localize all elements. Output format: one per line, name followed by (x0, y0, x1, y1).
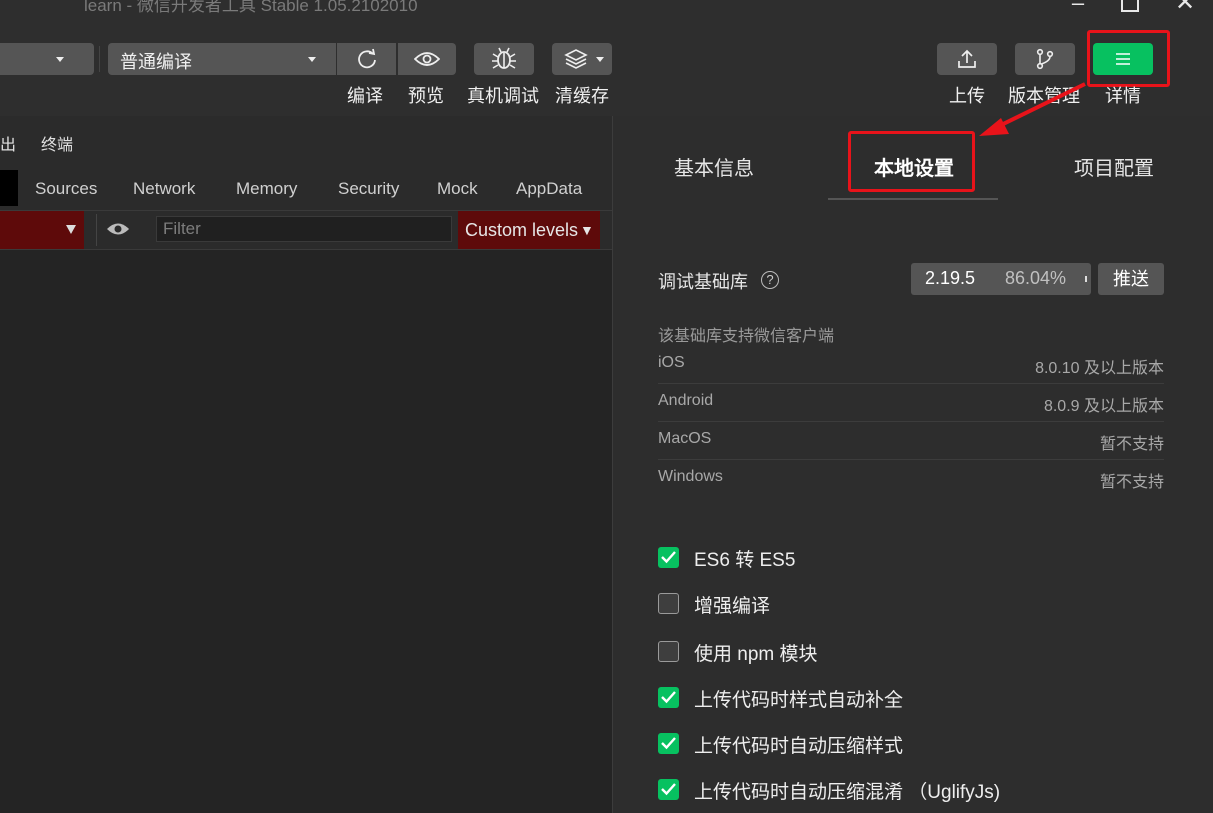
chevron-down-icon (596, 57, 604, 62)
triangle-down-icon (66, 225, 76, 234)
support-row-android: Android 8.0.9 及以上版本 (658, 384, 1164, 422)
eye-icon[interactable] (106, 221, 130, 237)
platform-name: MacOS (658, 430, 712, 447)
arrow-icon (979, 82, 1086, 136)
console-tab-indicator[interactable] (0, 170, 18, 206)
chevron-down-icon (1085, 276, 1087, 282)
remote-debug-button[interactable] (474, 43, 534, 75)
compile-mode-label: 普通编译 (120, 52, 192, 72)
tab-security[interactable]: Security (338, 179, 399, 199)
details-highlight-box (1087, 30, 1170, 87)
lib-version: 2.19.5 (925, 268, 976, 288)
tab-project-config[interactable]: 项目配置 (1074, 152, 1154, 181)
console-output[interactable] (0, 250, 612, 813)
devtools-header (0, 116, 612, 170)
check-icon (661, 551, 676, 564)
tab-appdata[interactable]: AppData (516, 179, 582, 199)
remote-debug-label: 真机调试 (467, 86, 539, 106)
active-tab-underline (828, 198, 998, 200)
platform-support: 8.0.9 及以上版本 (1043, 398, 1164, 415)
option-label: ES6 转 ES5 (694, 550, 796, 571)
triangle-down-icon: ▼ (580, 222, 594, 238)
compile-mode-dropdown[interactable]: 普通编译 (108, 43, 336, 75)
platform-name: Windows (658, 468, 723, 485)
support-note: 该基础库支持微信客户端 (658, 328, 835, 345)
option-label: 上传代码时样式自动补全 (694, 690, 904, 711)
checkbox[interactable] (658, 779, 679, 800)
local-settings-highlight-box (848, 131, 975, 192)
refresh-icon (357, 48, 376, 69)
preview-label: 预览 (408, 86, 444, 106)
support-row-ios: iOS 8.0.10 及以上版本 (658, 346, 1164, 384)
clear-cache-button[interactable] (552, 43, 612, 75)
mode-dropdown[interactable] (0, 43, 94, 75)
platform-name: iOS (658, 354, 685, 371)
layers-icon (564, 49, 588, 69)
platform-support: 暂不支持 (1099, 436, 1164, 453)
tab-mock[interactable]: Mock (437, 179, 478, 199)
check-icon (661, 783, 676, 796)
context-dropdown[interactable] (0, 211, 84, 249)
minimize-icon[interactable]: – (1067, 0, 1089, 14)
compile-button[interactable] (337, 43, 396, 75)
compile-label: 编译 (347, 86, 383, 106)
platform-name: Android (658, 392, 714, 409)
custom-levels-dropdown[interactable]: Custom levels ▼ (458, 211, 600, 249)
clear-cache-label: 清缓存 (555, 86, 609, 106)
close-icon[interactable]: ✕ (1174, 0, 1196, 15)
upload-button[interactable] (937, 43, 997, 75)
debug-lib-label: 调试基础库 (658, 272, 748, 292)
support-row-windows: Windows 暂不支持 (658, 460, 1164, 498)
lib-percentage: 86.04% (1005, 268, 1067, 288)
checkbox[interactable] (658, 593, 679, 614)
platform-support: 暂不支持 (1099, 474, 1164, 491)
preview-button[interactable] (398, 43, 456, 75)
checkbox[interactable] (658, 733, 679, 754)
support-row-macos: MacOS 暂不支持 (658, 422, 1164, 460)
tab-sources[interactable]: Sources (35, 179, 97, 199)
checkbox[interactable] (658, 687, 679, 708)
upload-icon (958, 49, 976, 68)
push-button[interactable]: 推送 (1098, 263, 1164, 295)
tab-terminal[interactable]: 终端 (41, 131, 73, 155)
filter-input[interactable] (156, 216, 452, 242)
chevron-down-icon (56, 57, 64, 62)
option-label: 使用 npm 模块 (694, 644, 818, 665)
tab-network[interactable]: Network (133, 179, 195, 199)
tab-output[interactable]: 出 (0, 131, 16, 155)
filter-divider (96, 214, 97, 246)
chevron-down-icon (308, 57, 316, 62)
check-icon (661, 737, 676, 750)
eye-icon (414, 52, 440, 66)
tab-basic-info[interactable]: 基本信息 (674, 152, 754, 181)
option-label: 上传代码时自动压缩样式 (694, 736, 904, 757)
tab-memory[interactable]: Memory (236, 179, 297, 199)
maximize-icon[interactable] (1121, 0, 1139, 12)
details-label: 详情 (1105, 86, 1141, 106)
platform-support: 8.0.10 及以上版本 (1035, 360, 1164, 377)
custom-levels-label: Custom levels (465, 220, 579, 240)
help-icon[interactable]: ? (761, 271, 779, 289)
branch-icon (1036, 48, 1054, 70)
checkbox[interactable] (658, 641, 679, 662)
version-control-button[interactable] (1015, 43, 1075, 75)
window-title: learn - 微信开发者工具 Stable 1.05.2102010 (84, 0, 418, 14)
option-label: 上传代码时自动压缩混淆 （UglifyJs) (694, 782, 1001, 803)
checkbox[interactable] (658, 547, 679, 568)
option-label: 增强编译 (694, 596, 771, 617)
title-bar: learn - 微信开发者工具 Stable 1.05.2102010 (0, 0, 1213, 14)
toolbar-divider (99, 46, 100, 72)
bug-icon (492, 47, 516, 69)
check-icon (661, 691, 676, 704)
